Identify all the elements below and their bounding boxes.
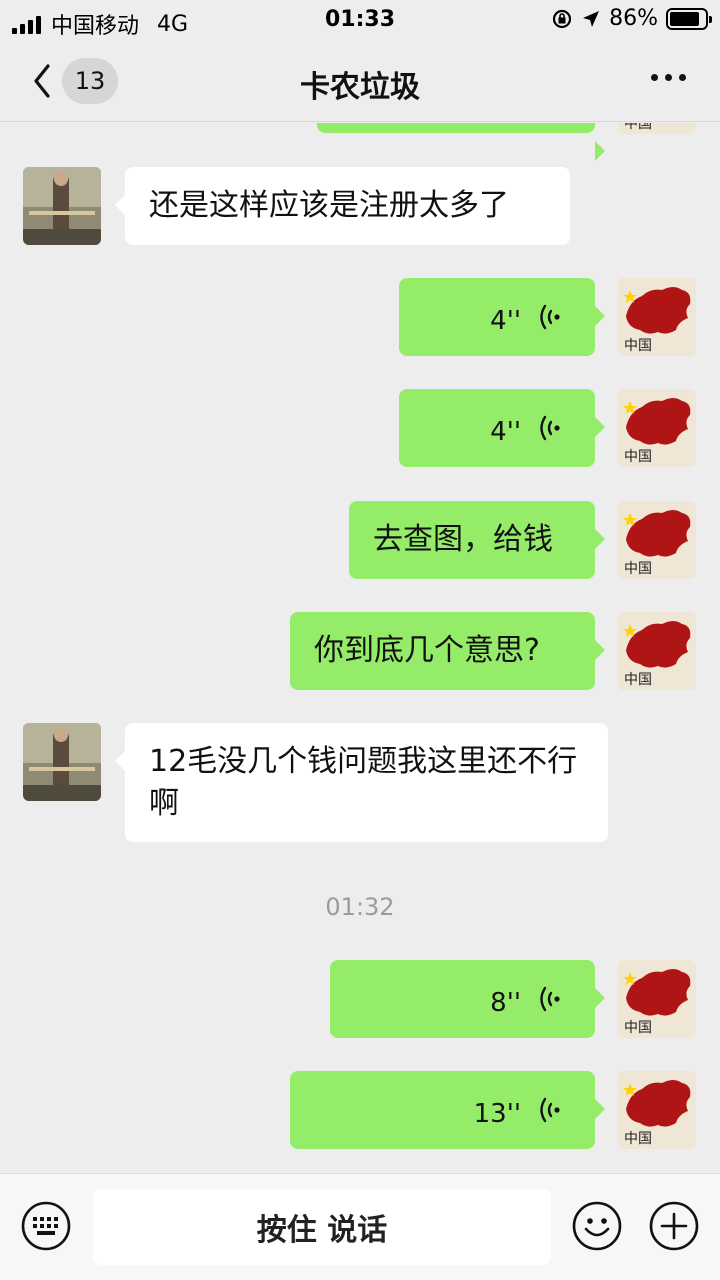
message-bubble[interactable]: 还是这样应该是注册太多了 [115,167,570,245]
self-avatar[interactable] [618,612,696,690]
voice-wave-icon [535,300,561,334]
rotation-lock-icon [552,9,572,28]
chat-title: 卡农垃圾 [300,70,420,105]
contact-avatar[interactable] [23,723,101,801]
message-text: 还是这样应该是注册太多了 [149,188,509,223]
self-avatar[interactable] [618,389,696,467]
chat-area[interactable]: 还是这样应该是注册太多了 4'' 4'' 去查图，给钱 你到底几个意思? 12毛… [0,123,720,1173]
self-avatar[interactable] [618,1071,696,1149]
message-text: 去查图，给钱 [373,522,553,557]
more-options-icon[interactable] [651,74,686,81]
voice-duration: 4'' [490,306,521,336]
emoji-icon[interactable] [571,1200,623,1252]
nav-bar: 13 卡农垃圾 [0,40,720,122]
voice-wave-icon [535,982,561,1016]
self-avatar[interactable] [618,960,696,1038]
voice-duration: 4'' [490,417,521,447]
status-right: 86% [551,6,712,31]
voice-message-bubble[interactable]: 13'' [290,1071,605,1149]
voice-message-bubble[interactable]: 4'' [399,278,605,356]
status-bar: 中国移动 4G 01:33 86% [0,0,720,40]
message-text: 12毛没几个钱问题我这里还不行啊 [149,744,578,821]
self-avatar[interactable] [618,501,696,579]
plus-icon[interactable] [648,1200,700,1252]
self-avatar[interactable] [618,278,696,356]
keyboard-icon[interactable] [20,1200,72,1252]
message-bubble[interactable]: 12毛没几个钱问题我这里还不行啊 [115,723,608,842]
voice-wave-icon [535,1093,561,1127]
voice-duration: 8'' [490,988,521,1018]
message-bubble[interactable]: 你到底几个意思? [290,612,605,690]
voice-message-bubble[interactable]: 8'' [330,960,605,1038]
message-bubble[interactable]: 去查图，给钱 [349,501,605,579]
battery-percent: 86% [609,6,658,31]
message-text: 你到底几个意思? [314,633,540,668]
location-icon [583,10,600,27]
voice-message-bubble[interactable]: 4'' [399,389,605,467]
chat-timestamp: 01:32 [325,893,395,921]
input-bar: 按住 说话 [0,1173,720,1280]
self-avatar[interactable] [618,123,696,134]
battery-fill [670,11,700,26]
voice-duration: 13'' [473,1099,521,1129]
battery-icon [666,7,712,30]
contact-avatar[interactable] [23,167,101,245]
voice-wave-icon [535,411,561,445]
hold-to-talk-button[interactable]: 按住 说话 [93,1189,551,1265]
partial-voice-bubble[interactable] [317,123,605,161]
